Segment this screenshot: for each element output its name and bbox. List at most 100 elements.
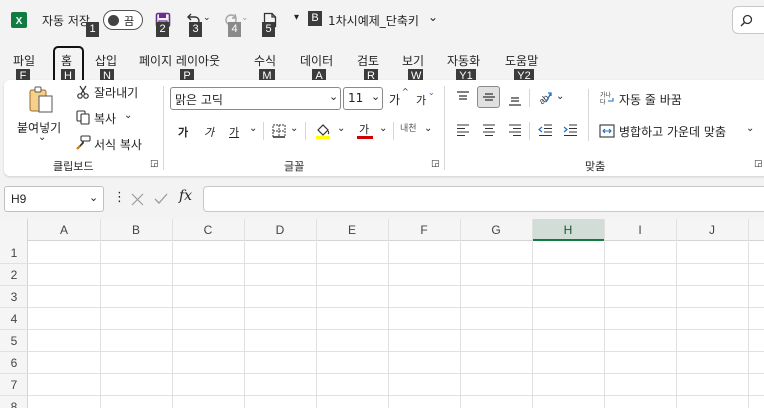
tab-home[interactable]: 홈	[61, 52, 72, 69]
excel-window: X 자동 저장 끔 ⌄ ⌄ ▾ 1 2 3 4 5 B 1차시예제_단축키 ⌄ …	[0, 0, 764, 408]
column-header-d[interactable]: D	[244, 219, 316, 241]
row-line	[0, 329, 764, 330]
formula-input[interactable]	[203, 186, 764, 212]
borders-dropdown-icon[interactable]: ⌄	[290, 123, 298, 134]
undo-dropdown-icon[interactable]: ⌄	[203, 13, 211, 23]
column-header-c[interactable]: C	[172, 219, 244, 241]
copy-dropdown-icon[interactable]: ⌄	[124, 110, 132, 121]
orientation-dropdown-icon[interactable]: ⌄	[556, 91, 564, 102]
paste-dropdown-icon[interactable]: ⌄	[38, 132, 46, 143]
tab-insert[interactable]: 삽입	[95, 52, 117, 69]
fill-color-dropdown-icon[interactable]: ⌄	[337, 123, 345, 134]
name-box[interactable]: H9 ⌄	[4, 186, 104, 212]
tab-data[interactable]: 데이터	[300, 52, 333, 69]
name-box-value: H9	[11, 192, 27, 206]
alignment-launcher-icon[interactable]: ◲	[754, 159, 763, 169]
column-header-g[interactable]: G	[460, 219, 532, 241]
font-size-dropdown[interactable]: 11 ⌄	[343, 87, 383, 110]
align-right-icon[interactable]	[506, 121, 524, 139]
select-all-corner[interactable]	[0, 219, 28, 241]
orientation-icon[interactable]: ab	[536, 88, 554, 106]
col-line	[532, 219, 533, 408]
clipboard-launcher-icon[interactable]: ◲	[150, 159, 159, 169]
wrap-text-label[interactable]: 자동 줄 바꿈	[619, 91, 682, 108]
column-header-f[interactable]: F	[388, 219, 460, 241]
autosave-toggle[interactable]: 끔	[103, 10, 143, 30]
font-color-dropdown-icon[interactable]: ⌄	[379, 123, 387, 134]
italic-button[interactable]: 가	[204, 124, 214, 140]
column-header-e[interactable]: E	[316, 219, 388, 241]
tab-automate[interactable]: 자동화	[447, 52, 480, 69]
column-header-b[interactable]: B	[100, 219, 172, 241]
row-header-3[interactable]: 3	[0, 286, 28, 308]
row-header-5[interactable]: 5	[0, 330, 28, 352]
spreadsheet-grid[interactable]	[0, 219, 764, 408]
row-header-6[interactable]: 6	[0, 352, 28, 374]
font-row-separator-2	[305, 122, 306, 140]
search-icon	[739, 13, 753, 27]
row-header-2[interactable]: 2	[0, 264, 28, 286]
column-header-a[interactable]: A	[28, 219, 100, 241]
svg-text:ab: ab	[537, 92, 551, 105]
column-header-j[interactable]: J	[676, 219, 748, 241]
underline-button[interactable]: 가	[229, 124, 239, 140]
row-header-7[interactable]: 7	[0, 374, 28, 396]
customize-toolbar-icon[interactable]: ▾	[294, 12, 299, 23]
merge-center-icon[interactable]	[598, 122, 616, 140]
shrink-font-button[interactable]: 가	[416, 92, 426, 108]
align-center-icon[interactable]	[480, 121, 498, 139]
merge-center-label[interactable]: 병합하고 가운데 맞춤	[619, 123, 726, 140]
row-header-1[interactable]: 1	[0, 242, 28, 264]
align-left-icon[interactable]	[454, 121, 472, 139]
search-box[interactable]	[732, 6, 764, 34]
tab-file[interactable]: 파일	[13, 52, 35, 69]
format-painter-icon[interactable]	[75, 134, 91, 150]
title-chevron-down-icon[interactable]: ⌄	[428, 10, 438, 24]
document-title[interactable]: 1차시예제_단축키	[328, 12, 419, 29]
font-color-button[interactable]: 가	[356, 121, 376, 141]
wrap-text-icon[interactable]: 가나 다	[598, 89, 616, 107]
svg-text:가나: 가나	[600, 91, 612, 99]
font-group-label: 글꼴	[284, 160, 305, 173]
tab-page-layout[interactable]: 페이지 레이아웃	[139, 52, 220, 69]
redo-dropdown-icon[interactable]: ⌄	[241, 13, 249, 23]
align-separator-2	[529, 122, 530, 140]
font-name-dropdown[interactable]: 맑은 고딕 ⌄	[170, 87, 341, 110]
font-color-swatch	[357, 136, 373, 139]
row-header-4[interactable]: 4	[0, 308, 28, 330]
excel-logo-icon: X	[10, 11, 28, 29]
decrease-indent-icon[interactable]	[536, 121, 554, 139]
cancel-entry-icon[interactable]	[128, 190, 146, 208]
underline-dropdown-icon[interactable]: ⌄	[249, 123, 257, 134]
confirm-entry-icon[interactable]	[152, 190, 170, 208]
tab-formulas[interactable]: 수식	[254, 52, 276, 69]
increase-indent-icon[interactable]	[561, 121, 579, 139]
align-middle-button[interactable]	[477, 86, 500, 108]
copy-button-label[interactable]: 복사	[94, 110, 116, 127]
column-header-i[interactable]: I	[604, 219, 676, 241]
tab-view[interactable]: 보기	[402, 52, 424, 69]
cut-button-label[interactable]: 잘라내기	[94, 84, 138, 101]
cut-icon[interactable]	[75, 84, 91, 100]
name-box-chevron-icon: ⌄	[89, 191, 99, 204]
format-painter-label[interactable]: 서식 복사	[94, 136, 142, 153]
grow-font-button[interactable]: 가	[389, 91, 400, 108]
insert-function-icon[interactable]: fx	[179, 188, 192, 204]
borders-icon[interactable]	[270, 122, 288, 140]
bold-button[interactable]: 가	[178, 124, 188, 140]
fill-color-icon[interactable]	[313, 121, 333, 141]
tab-help[interactable]: 도움말	[505, 52, 538, 69]
align-bottom-icon[interactable]	[506, 91, 524, 109]
copy-icon[interactable]	[75, 109, 91, 125]
column-header-h[interactable]: H	[532, 219, 604, 241]
align-top-icon[interactable]	[454, 88, 472, 106]
row-header-8[interactable]: 8	[0, 396, 28, 408]
phonetic-dropdown-icon[interactable]: ⌄	[424, 123, 432, 134]
font-launcher-icon[interactable]: ◲	[431, 159, 440, 169]
align-middle-icon	[481, 90, 497, 104]
paste-icon[interactable]	[24, 84, 58, 116]
merge-dropdown-icon[interactable]: ⌄	[746, 123, 754, 134]
formula-options-icon[interactable]: ⋮	[113, 190, 126, 205]
phonetic-guide-button[interactable]: 내천	[400, 121, 417, 134]
tab-review[interactable]: 검토	[357, 52, 379, 69]
